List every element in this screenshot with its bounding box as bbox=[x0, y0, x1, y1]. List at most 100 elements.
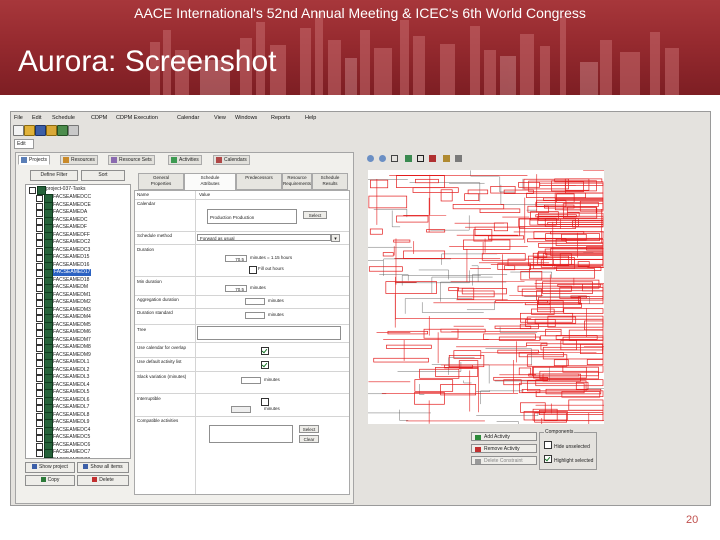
expand-icon[interactable] bbox=[36, 307, 43, 315]
copy-button[interactable]: Copy bbox=[25, 475, 75, 486]
redo-icon[interactable] bbox=[57, 125, 68, 136]
expand-icon[interactable] bbox=[36, 292, 43, 300]
expand-icon[interactable] bbox=[36, 277, 43, 285]
compatible-list[interactable] bbox=[209, 425, 293, 443]
calendar-field[interactable]: Production Production bbox=[207, 209, 297, 224]
highlight-selected-checkbox[interactable] bbox=[544, 455, 552, 463]
tab-activities[interactable]: Activities bbox=[168, 155, 202, 165]
expand-icon[interactable] bbox=[36, 232, 43, 240]
menu-calendar[interactable]: Calendar bbox=[177, 114, 199, 122]
menu-help[interactable]: Help bbox=[305, 114, 316, 122]
fill-hours-checkbox[interactable] bbox=[249, 266, 257, 274]
slack-field[interactable] bbox=[241, 377, 261, 384]
lock-icon[interactable] bbox=[443, 155, 450, 162]
menu-cdpm-execution[interactable]: CDPM Execution bbox=[116, 114, 158, 122]
tab-resource-sets[interactable]: Resource Sets bbox=[108, 155, 155, 165]
tab-general-properties[interactable]: General Properties bbox=[138, 173, 184, 190]
project-tree[interactable]: project-037-Tasks FACSEAMEDCC FACSEAMEDCE F… bbox=[25, 184, 131, 459]
expand-icon[interactable] bbox=[36, 202, 43, 210]
sort-button[interactable]: Sort bbox=[81, 170, 125, 181]
expand-icon[interactable] bbox=[36, 255, 43, 262]
pan-icon[interactable] bbox=[417, 155, 424, 162]
chevron-down-icon[interactable]: ▾ bbox=[331, 234, 340, 242]
menu-reports[interactable]: Reports bbox=[271, 114, 290, 122]
expand-icon[interactable] bbox=[36, 412, 43, 420]
remove-activity-button[interactable]: Remove Activity bbox=[471, 444, 537, 453]
expand-icon[interactable] bbox=[36, 300, 43, 307]
tab-calendars[interactable]: Calendars bbox=[213, 155, 250, 165]
expand-icon[interactable] bbox=[36, 285, 43, 292]
expand-icon[interactable] bbox=[36, 360, 43, 367]
zoom-in-icon[interactable] bbox=[367, 155, 374, 162]
calendar-select-button[interactable]: Select bbox=[303, 211, 327, 219]
interrupt-field[interactable] bbox=[231, 406, 251, 413]
tab-schedule-attributes[interactable]: Schedule Attributes bbox=[184, 173, 236, 190]
tab-predecessors[interactable]: Predecessors bbox=[236, 173, 282, 190]
undo-icon[interactable] bbox=[46, 125, 57, 136]
open-icon[interactable] bbox=[24, 125, 35, 136]
select-icon[interactable] bbox=[405, 155, 412, 162]
define-filter-button[interactable]: Define Filter bbox=[30, 170, 78, 181]
menu-windows[interactable]: Windows bbox=[235, 114, 257, 122]
highlight-selected-option[interactable]: Highlight selected bbox=[544, 455, 593, 464]
menu-view[interactable]: View bbox=[214, 114, 226, 122]
schedule-method-select[interactable]: Forward as usual bbox=[197, 234, 331, 241]
fit-icon[interactable] bbox=[391, 155, 398, 162]
expand-icon[interactable] bbox=[36, 450, 43, 457]
expand-icon[interactable] bbox=[36, 345, 43, 352]
expand-icon[interactable] bbox=[36, 195, 43, 202]
duration-standard-field[interactable] bbox=[245, 312, 265, 319]
tab-edit[interactable]: Edit bbox=[14, 139, 34, 149]
expand-icon[interactable] bbox=[36, 262, 43, 270]
expand-icon[interactable] bbox=[36, 270, 43, 277]
collapse-icon[interactable] bbox=[29, 187, 36, 194]
zoom-out-icon[interactable] bbox=[379, 155, 386, 162]
print-icon[interactable] bbox=[68, 125, 79, 136]
expand-icon[interactable] bbox=[36, 442, 43, 450]
compatible-select-button[interactable]: Select bbox=[299, 425, 319, 433]
menu-cdpm[interactable]: CDPM bbox=[91, 114, 107, 122]
expand-icon[interactable] bbox=[36, 382, 43, 390]
expand-icon[interactable] bbox=[36, 247, 43, 255]
delete-constraint-button[interactable]: Delete Constraint bbox=[471, 456, 537, 465]
show-project-button[interactable]: Show project bbox=[25, 462, 75, 473]
tab-projects[interactable]: Projects bbox=[18, 155, 51, 165]
expand-icon[interactable] bbox=[36, 210, 43, 217]
expand-icon[interactable] bbox=[36, 397, 43, 405]
stop-icon[interactable] bbox=[429, 155, 436, 162]
expand-icon[interactable] bbox=[36, 457, 43, 458]
expand-icon[interactable] bbox=[36, 337, 43, 345]
expand-icon[interactable] bbox=[36, 322, 43, 330]
tab-resources[interactable]: Resources bbox=[60, 155, 98, 165]
tree-field[interactable] bbox=[197, 326, 341, 340]
expand-icon[interactable] bbox=[36, 330, 43, 337]
settings-icon[interactable] bbox=[455, 155, 462, 162]
delete-button[interactable]: Delete bbox=[77, 475, 129, 486]
expand-icon[interactable] bbox=[36, 225, 43, 232]
expand-icon[interactable] bbox=[36, 375, 43, 382]
duration-field[interactable]: 70.5 bbox=[225, 255, 247, 262]
hide-unselected-option[interactable]: Hide unselected bbox=[544, 441, 590, 450]
expand-icon[interactable] bbox=[36, 240, 43, 247]
expand-icon[interactable] bbox=[36, 405, 43, 412]
compatible-clear-button[interactable]: Clear bbox=[299, 435, 319, 443]
menu-file[interactable]: File bbox=[14, 114, 23, 122]
expand-icon[interactable] bbox=[36, 420, 43, 427]
expand-icon[interactable] bbox=[36, 435, 43, 442]
expand-icon[interactable] bbox=[36, 352, 43, 360]
use-default-checkbox[interactable] bbox=[261, 361, 269, 369]
show-all-items-button[interactable]: Show all items bbox=[77, 462, 129, 473]
expand-icon[interactable] bbox=[36, 315, 43, 322]
menu-edit[interactable]: Edit bbox=[32, 114, 41, 122]
new-icon[interactable] bbox=[13, 125, 24, 136]
tab-schedule-results[interactable]: Schedule Results bbox=[312, 173, 348, 190]
hide-unselected-checkbox[interactable] bbox=[544, 441, 552, 449]
aggregation-duration-field[interactable] bbox=[245, 298, 265, 305]
use-calendar-checkbox[interactable] bbox=[261, 347, 269, 355]
expand-icon[interactable] bbox=[36, 217, 43, 225]
add-activity-button[interactable]: Add Activity bbox=[471, 432, 537, 441]
network-graph-canvas[interactable] bbox=[319, 160, 627, 435]
interruptible-checkbox[interactable] bbox=[261, 398, 269, 406]
menu-schedule[interactable]: Schedule bbox=[52, 114, 75, 122]
expand-icon[interactable] bbox=[36, 390, 43, 397]
